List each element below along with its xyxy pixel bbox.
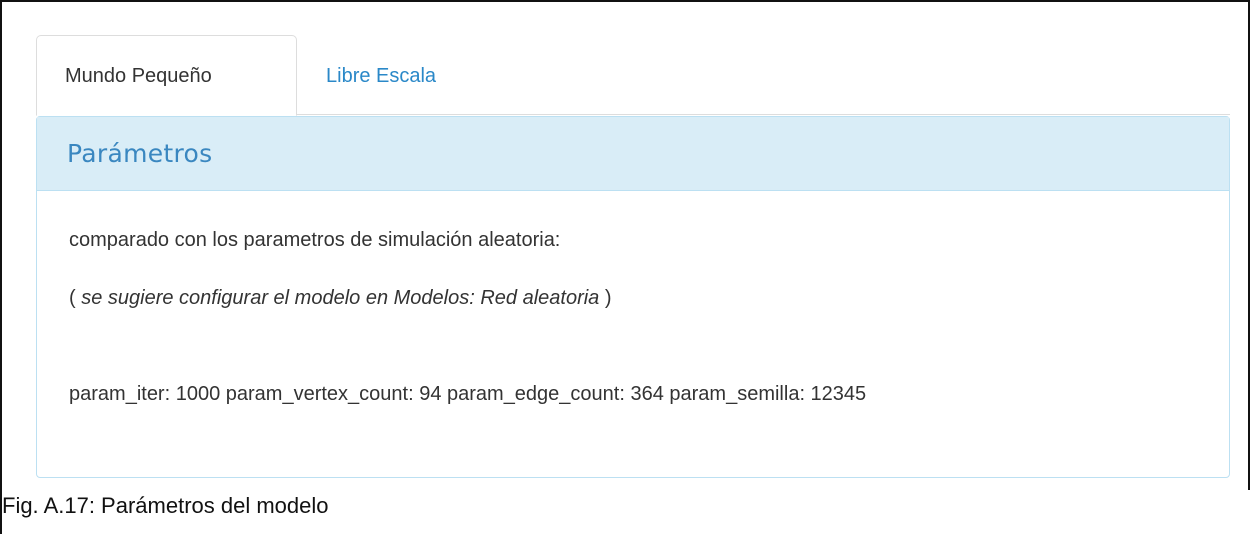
intro-text: comparado con los parametros de simulaci… <box>69 229 561 251</box>
hint-open-paren: ( <box>69 287 82 309</box>
panel-title: Parámetros <box>67 139 213 168</box>
parameters-panel: Parámetros comparado con los parametros … <box>36 116 1230 478</box>
tab-mundo-pequeno[interactable]: Mundo Pequeño <box>36 35 297 116</box>
hint-italic-text: se sugiere configurar el modelo en Model… <box>81 287 600 309</box>
panel-heading: Parámetros <box>37 117 1229 191</box>
hint-text: ( se sugiere configurar el modelo en Mod… <box>69 287 612 310</box>
tab-bar: Mundo Pequeño Libre Escala <box>36 35 1230 116</box>
params-line: param_iter: 1000 param_vertex_count: 94 … <box>69 383 867 405</box>
hint-close-paren: ) <box>599 287 612 309</box>
tab-libre-escala[interactable]: Libre Escala <box>297 35 465 115</box>
figure-caption: Fig. A.17: Parámetros del modelo <box>2 493 329 518</box>
